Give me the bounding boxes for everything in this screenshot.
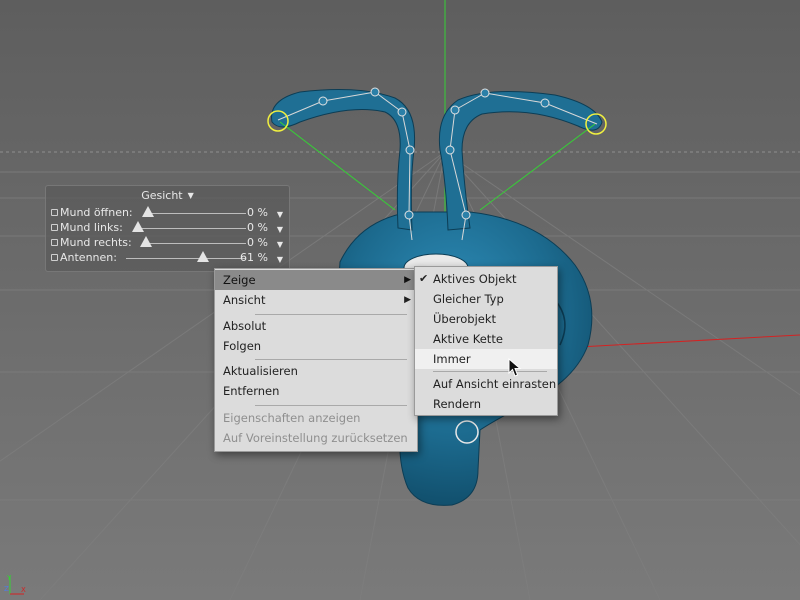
hud-value[interactable]: 61 % [240, 251, 268, 264]
hud-slider-thumb[interactable] [140, 236, 152, 247]
submenu-item-ueberobjekt[interactable]: Überobjekt [415, 309, 557, 329]
chevron-down-icon[interactable]: ▼ [277, 225, 283, 234]
hud-panel-gesicht[interactable]: Gesicht ▼ Mund öffnen: 0 % ▼ Mund links: … [45, 185, 290, 272]
hud-checkbox[interactable] [51, 224, 58, 231]
submenu-item-rendern[interactable]: Rendern [415, 394, 557, 414]
chevron-down-icon[interactable]: ▼ [277, 255, 283, 264]
menu-item-folgen[interactable]: Folgen [215, 336, 417, 356]
chevron-down-icon[interactable]: ▼ [277, 210, 283, 219]
axis-label-x: X [21, 586, 26, 594]
hud-value[interactable]: 0 % [247, 206, 268, 219]
chevron-down-icon[interactable]: ▼ [277, 240, 283, 249]
hud-slider-track[interactable] [146, 213, 246, 214]
hud-label: Mund rechts: [60, 236, 132, 249]
menu-item-absolut[interactable]: Absolut [215, 316, 417, 336]
menu-separator [255, 314, 407, 315]
hud-slider-track[interactable] [144, 243, 246, 244]
chevron-right-icon: ▶ [404, 295, 411, 305]
hud-label: Mund öffnen: [60, 206, 133, 219]
hud-row-antennen[interactable]: Antennen: 61 % ▼ [51, 251, 286, 266]
context-menu[interactable]: Zeige ▶ Ansicht ▶ Absolut Folgen Aktuali… [214, 268, 418, 452]
chevron-down-icon: ▼ [187, 191, 194, 200]
menu-separator [433, 371, 547, 372]
submenu-item-aktives-objekt[interactable]: ✔ Aktives Objekt [415, 269, 557, 289]
hud-slider-thumb[interactable] [196, 251, 209, 262]
hud-slider-track[interactable] [136, 228, 246, 229]
menu-item-eigenschaften-anzeigen: Eigenschaften anzeigen [223, 411, 361, 425]
hud-title[interactable]: Gesicht ▼ [46, 189, 289, 202]
axis-label-y: Y [6, 574, 12, 582]
menu-item-auf-voreinstellung-zuruecksetzen: Auf Voreinstellung zurücksetzen [223, 431, 408, 445]
hud-row-mund-links[interactable]: Mund links: 0 % ▼ [51, 221, 286, 236]
menu-item-zeige[interactable]: Zeige ▶ [215, 270, 417, 290]
hud-slider-track[interactable] [126, 258, 246, 259]
hud-row-mund-oeffnen[interactable]: Mund öffnen: 0 % ▼ [51, 206, 286, 221]
submenu-item-gleicher-typ[interactable]: Gleicher Typ [415, 289, 557, 309]
menu-item-entfernen[interactable]: Entfernen [215, 381, 417, 401]
menu-item-ansicht[interactable]: Ansicht ▶ [215, 290, 417, 310]
hud-checkbox[interactable] [51, 239, 58, 246]
hud-value[interactable]: 0 % [247, 236, 268, 249]
hud-slider-thumb[interactable] [132, 221, 144, 232]
menu-separator [255, 359, 407, 360]
hud-label: Antennen: [60, 251, 117, 264]
chevron-right-icon: ▶ [404, 275, 411, 285]
menu-item-aktualisieren[interactable]: Aktualisieren [215, 361, 417, 381]
hud-checkbox[interactable] [51, 209, 58, 216]
checkmark-icon: ✔ [419, 272, 429, 285]
hud-row-mund-rechts[interactable]: Mund rechts: 0 % ▼ [51, 236, 286, 251]
hud-value[interactable]: 0 % [247, 221, 268, 234]
hud-label: Mund links: [60, 221, 123, 234]
submenu-item-auf-ansicht-einrasten[interactable]: Auf Ansicht einrasten [415, 374, 557, 394]
menu-separator [255, 405, 407, 406]
axis-gizmo: Y Z X [4, 574, 26, 595]
submenu-zeige[interactable]: ✔ Aktives Objekt Gleicher Typ Überobjekt… [414, 266, 558, 416]
hud-slider-thumb[interactable] [142, 206, 154, 217]
submenu-item-aktive-kette[interactable]: Aktive Kette [415, 329, 557, 349]
axis-label-z: Z [4, 585, 9, 593]
submenu-item-immer[interactable]: Immer [415, 349, 557, 369]
mouse-cursor-icon [508, 358, 522, 377]
hud-checkbox[interactable] [51, 254, 58, 261]
